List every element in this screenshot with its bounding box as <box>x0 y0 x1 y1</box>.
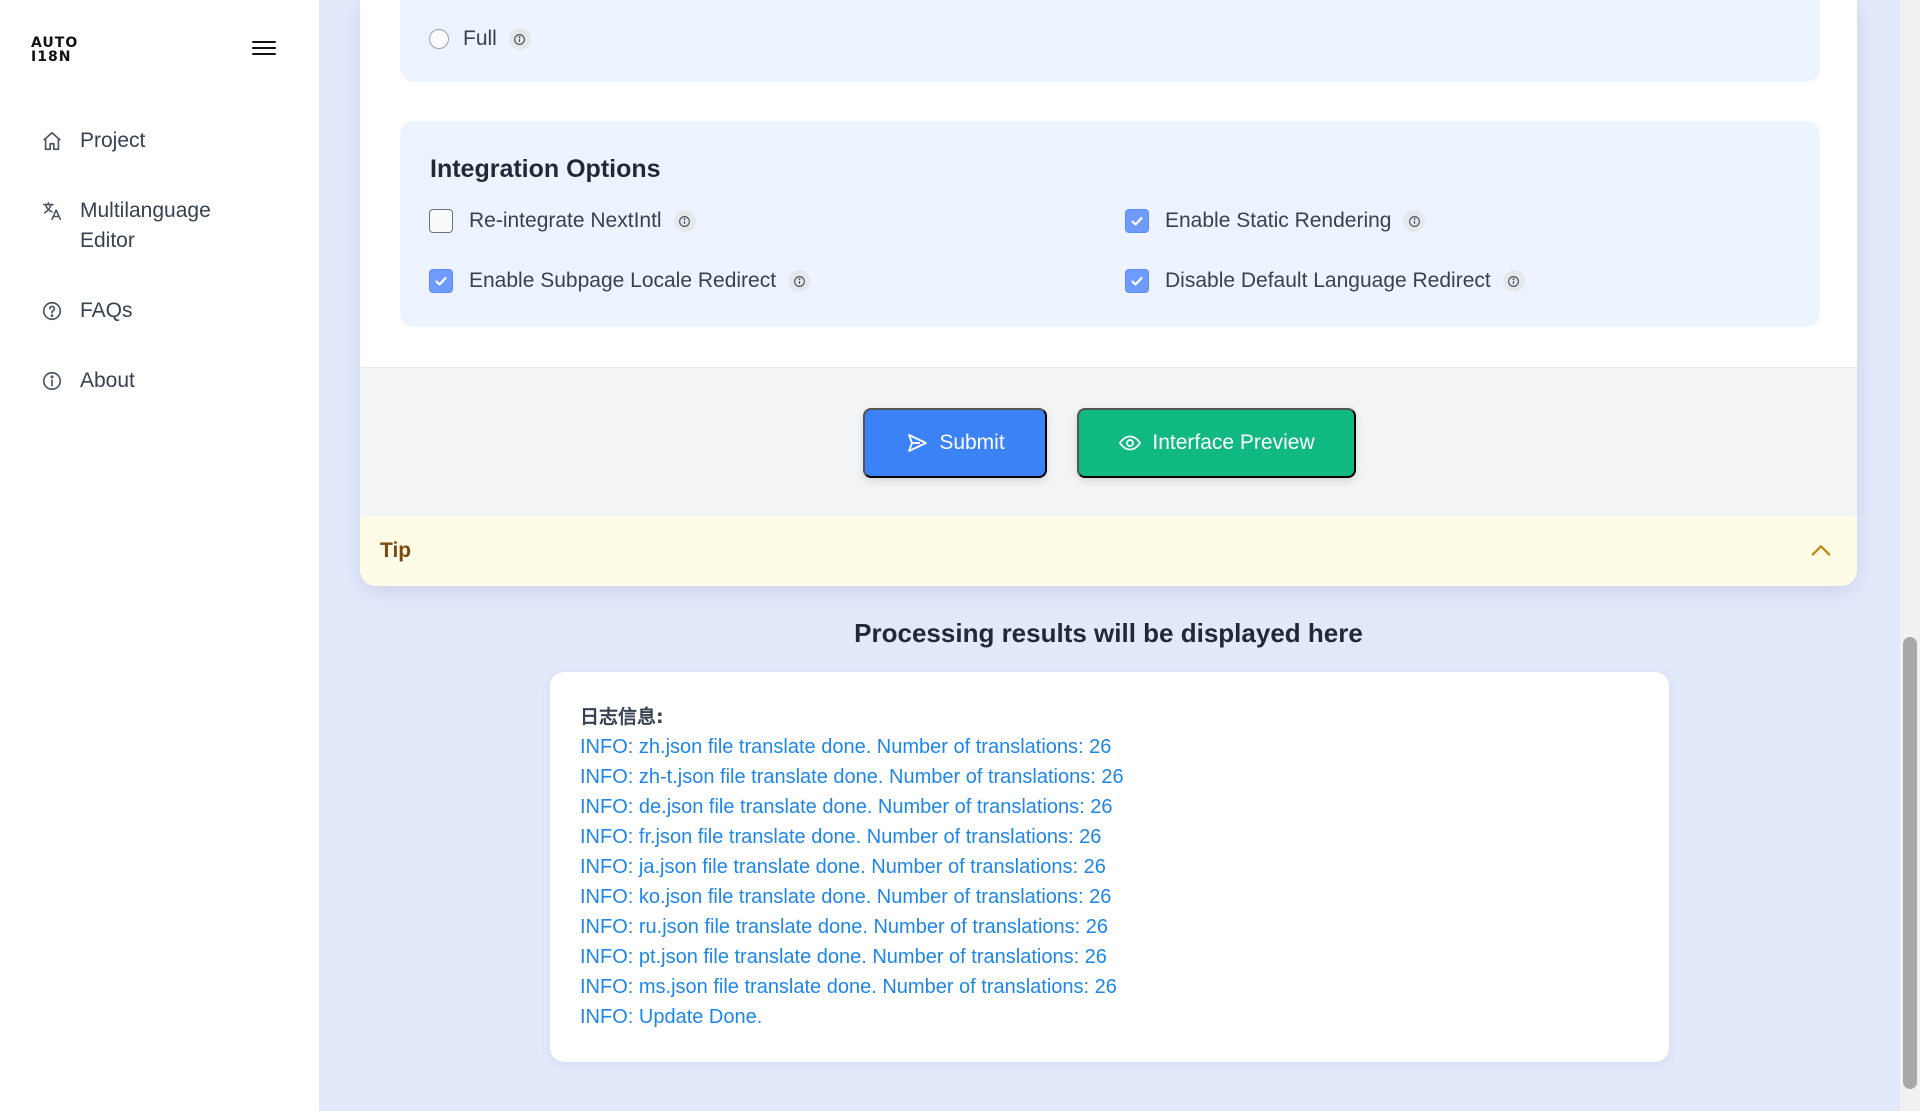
log-header: 日志信息: <box>580 706 664 728</box>
hamburger-menu-icon[interactable] <box>252 38 276 58</box>
submit-button[interactable]: Submit <box>863 408 1047 478</box>
eye-icon <box>1119 435 1142 451</box>
integration-options-title: Integration Options <box>430 155 661 183</box>
info-icon[interactable] <box>788 270 811 292</box>
log-line: INFO: zh.json file translate done. Numbe… <box>580 736 1112 758</box>
sidebar-item-project[interactable]: Project <box>40 126 145 156</box>
sidebar-item-label: FAQs <box>80 299 133 322</box>
log-line: INFO: ja.json file translate done. Numbe… <box>580 856 1106 878</box>
help-circle-icon <box>40 296 64 326</box>
action-bar: Submit Interface Preview <box>360 367 1857 517</box>
sidebar: AUTO I18N Project Multilanguage Editor F… <box>0 0 320 1111</box>
translation-mode-panel: Full <box>400 0 1820 82</box>
translate-icon <box>40 196 64 226</box>
option-label: Enable Static Rendering <box>1165 209 1392 232</box>
info-icon[interactable] <box>1502 270 1525 292</box>
option-label: Disable Default Language Redirect <box>1165 269 1491 292</box>
log-output: 日志信息: INFO: zh.json file translate done.… <box>550 672 1669 1062</box>
option-reintegrate-nextintl[interactable]: Re-integrate NextIntl <box>429 209 696 233</box>
submit-button-label: Submit <box>939 431 1005 454</box>
log-line: INFO: ru.json file translate done. Numbe… <box>580 916 1109 938</box>
integration-options-panel: Integration Options Re-integrate NextInt… <box>400 121 1820 327</box>
enable-static-rendering-checkbox[interactable] <box>1125 209 1149 233</box>
log-line: INFO: ms.json file translate done. Numbe… <box>580 976 1117 998</box>
log-line: INFO: zh-t.json file translate done. Num… <box>580 766 1124 788</box>
interface-preview-button-label: Interface Preview <box>1152 431 1315 454</box>
logo-line-2: I18N <box>31 49 72 65</box>
log-line: INFO: de.json file translate done. Numbe… <box>580 796 1113 818</box>
results-title: Processing results will be displayed her… <box>854 618 1363 648</box>
option-enable-static-rendering[interactable]: Enable Static Rendering <box>1125 209 1426 233</box>
scrollbar-thumb[interactable] <box>1903 637 1917 1089</box>
option-enable-subpage-locale-redirect[interactable]: Enable Subpage Locale Redirect <box>429 269 811 293</box>
info-circle-icon <box>40 366 64 396</box>
sidebar-item-label: Multilanguage Editor <box>80 199 211 252</box>
home-icon <box>40 126 64 156</box>
sidebar-item-label: About <box>80 369 135 392</box>
sidebar-item-multilanguage-editor[interactable]: Multilanguage Editor <box>40 196 260 256</box>
enable-subpage-locale-redirect-checkbox[interactable] <box>429 269 453 293</box>
page-scrollbar[interactable] <box>1900 0 1920 1111</box>
send-icon <box>908 434 928 452</box>
chevron-up-icon[interactable] <box>1807 537 1835 565</box>
app-logo[interactable]: AUTO I18N <box>31 35 79 65</box>
sidebar-item-about[interactable]: About <box>40 366 135 396</box>
tip-collapsible[interactable]: Tip <box>360 517 1857 586</box>
disable-default-language-redirect-checkbox[interactable] <box>1125 269 1149 293</box>
interface-preview-button[interactable]: Interface Preview <box>1077 408 1356 478</box>
info-icon[interactable] <box>1403 210 1426 232</box>
option-disable-default-language-redirect[interactable]: Disable Default Language Redirect <box>1125 269 1525 293</box>
log-line: INFO: fr.json file translate done. Numbe… <box>580 826 1102 848</box>
log-line: INFO: pt.json file translate done. Numbe… <box>580 946 1107 968</box>
reintegrate-nextintl-checkbox[interactable] <box>429 209 453 233</box>
sidebar-item-faqs[interactable]: FAQs <box>40 296 133 326</box>
option-label: Re-integrate NextIntl <box>469 209 662 232</box>
radio-option-full[interactable]: Full <box>429 27 531 51</box>
logo-line-1: AUTO <box>31 35 79 51</box>
sidebar-item-label: Project <box>80 129 146 152</box>
tip-label: Tip <box>380 539 412 562</box>
log-line: INFO: Update Done. <box>580 1006 763 1028</box>
log-line: INFO: ko.json file translate done. Numbe… <box>580 886 1112 908</box>
full-radio[interactable] <box>429 29 449 49</box>
option-label: Enable Subpage Locale Redirect <box>469 269 777 292</box>
full-radio-label: Full <box>463 27 497 50</box>
info-icon[interactable] <box>508 28 531 50</box>
info-icon[interactable] <box>673 210 696 232</box>
